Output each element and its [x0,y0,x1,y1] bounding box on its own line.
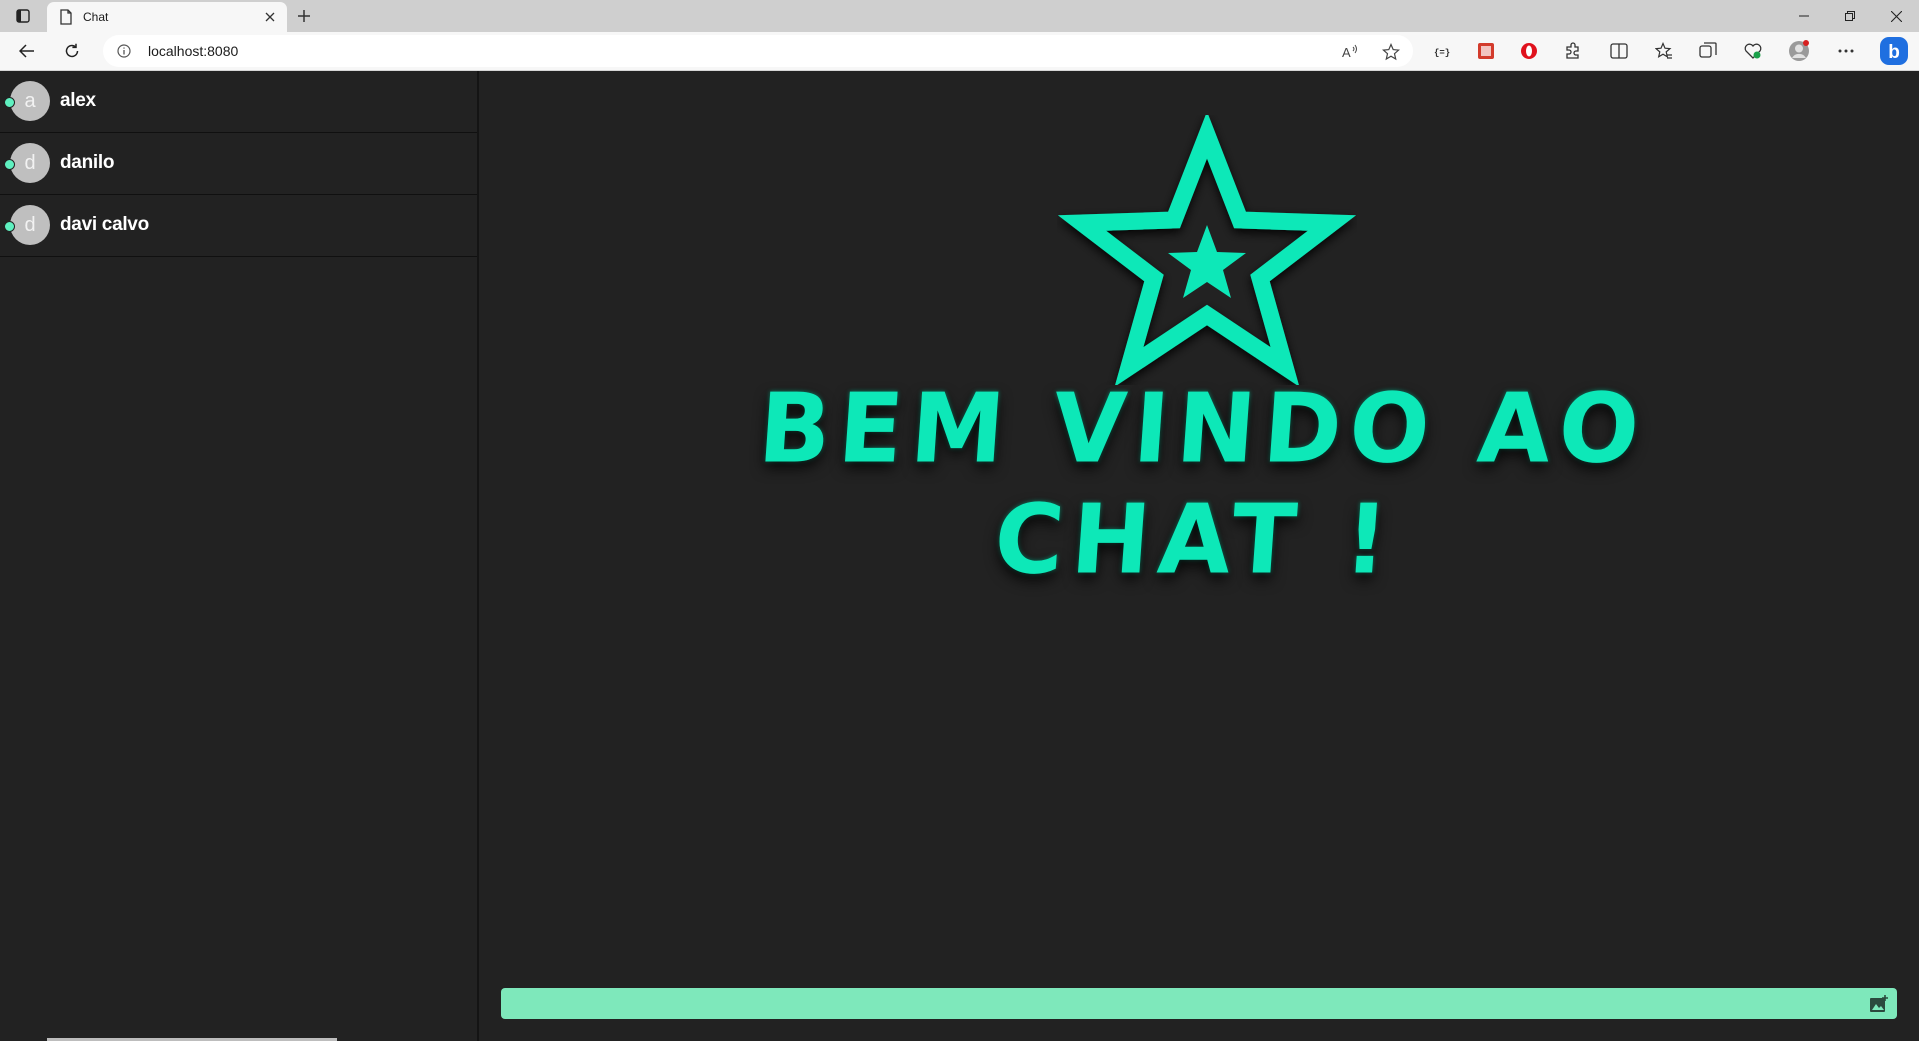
refresh-button[interactable] [58,37,86,65]
page-icon [60,9,72,25]
settings-more-button[interactable] [1832,37,1860,65]
opera-icon [1521,43,1537,59]
avatar: d [10,205,50,245]
browser-toolbar: localhost:8080 A {=} b [0,32,1919,71]
profile-icon [1789,40,1809,61]
url-text: localhost:8080 [148,43,239,59]
restore-button[interactable] [1827,0,1873,32]
close-icon [265,12,275,22]
bing-copilot-button[interactable]: b [1878,35,1910,67]
svg-text:{=}: {=} [1434,48,1450,57]
favorites-button[interactable] [1650,37,1678,65]
contact-name: davi calvo [60,214,149,235]
profile-button[interactable] [1785,37,1813,65]
contact-item-davi-calvo[interactable]: d davi calvo [0,195,477,257]
add-favorite-button[interactable] [1379,40,1403,64]
minimize-button[interactable] [1781,0,1827,32]
contact-item-danilo[interactable]: d danilo [0,133,477,195]
refresh-icon [65,43,79,58]
welcome-heading: BEM VINDO AO CHAT ! [755,373,1651,597]
svg-text:b: b [1888,42,1900,63]
svg-text:A: A [1342,45,1351,60]
close-icon [1890,10,1902,22]
chat-app: a alex d danilo d davi calvo BEM VINDO A… [0,71,1919,1041]
collections-icon [1699,42,1717,58]
message-composer [501,988,1897,1021]
contact-name: danilo [60,152,115,173]
online-status-dot [4,159,15,170]
read-aloud-button[interactable]: A [1339,40,1363,64]
favorite-star-icon [1382,43,1400,61]
performance-icon [1744,43,1762,59]
message-input[interactable] [509,988,1853,1021]
split-screen-button[interactable] [1605,37,1633,65]
online-status-dot [4,221,15,232]
extension-icon: {=} [1434,48,1450,57]
tab-actions-button[interactable] [10,5,36,27]
minimize-icon [1799,15,1809,17]
performance-button[interactable] [1739,37,1767,65]
restore-icon [1845,11,1855,21]
avatar: a [10,81,50,121]
extensions-button[interactable] [1559,37,1587,65]
browser-tab[interactable]: Chat [47,2,287,32]
browser-tab-bar: Chat [0,0,1919,32]
pdf-extension-button[interactable] [1472,37,1500,65]
more-icon [1838,49,1854,53]
online-status-dot [4,97,15,108]
info-icon [117,44,131,58]
new-tab-button[interactable] [292,5,316,27]
window-close-button[interactable] [1873,0,1919,32]
back-button[interactable] [13,37,41,65]
star-logo-icon [1057,115,1357,385]
collections-button[interactable] [1694,37,1722,65]
pdf-icon [1478,43,1494,59]
tab-close-button[interactable] [259,6,281,28]
contact-name: alex [60,90,96,111]
tab-title: Chat [83,10,109,24]
plus-icon [298,10,310,22]
favorites-icon [1655,42,1672,59]
read-aloud-icon: A [1342,44,1357,60]
puzzle-icon [1566,42,1579,59]
avatar: d [10,143,50,183]
sidebar-toggle-icon [16,9,30,23]
bing-icon: b [1880,37,1908,65]
address-bar[interactable]: localhost:8080 A [103,35,1413,67]
image-upload-icon[interactable] [1869,994,1889,1014]
extension-button-1[interactable]: {=} [1428,37,1456,65]
chat-main-panel: BEM VINDO AO CHAT ! [479,71,1919,1041]
contact-list: a alex d danilo d davi calvo [0,71,479,1041]
opera-extension-button[interactable] [1515,37,1543,65]
split-screen-icon [1610,43,1628,59]
back-icon [19,44,34,58]
contact-item-alex[interactable]: a alex [0,71,477,133]
